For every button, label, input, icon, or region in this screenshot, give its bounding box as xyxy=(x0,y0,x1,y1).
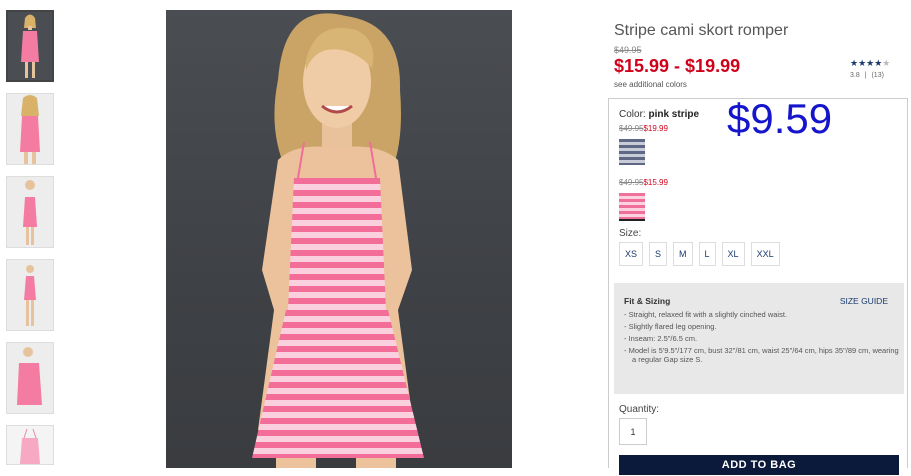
size-m-button[interactable]: M xyxy=(673,242,693,266)
swatch-original-price: $49.95 xyxy=(619,124,644,133)
star-icon: ★★★★ xyxy=(850,58,883,68)
see-additional-colors-link[interactable]: see additional colors xyxy=(614,80,687,89)
thumbnail-5[interactable] xyxy=(6,342,54,414)
swatch-price-blue: $49.95$19.99 xyxy=(619,124,668,133)
thumbnail-image xyxy=(7,343,53,413)
swatch-blue-stripe[interactable] xyxy=(619,139,645,165)
highlight-price: $9.59 xyxy=(727,95,833,142)
product-title: Stripe cami skort romper xyxy=(614,22,789,39)
add-to-bag-button[interactable]: ADD TO BAG xyxy=(619,455,899,475)
size-s-button[interactable]: S xyxy=(649,242,668,266)
list-item: - Slightly flared leg opening. xyxy=(624,322,717,331)
rating-value: 3.8 xyxy=(850,72,860,79)
size-guide-link[interactable]: SIZE GUIDE xyxy=(840,296,888,306)
rating-separator: | xyxy=(864,72,867,79)
quantity-label: Quantity: xyxy=(619,404,660,415)
color-label-text: Color: xyxy=(619,109,646,120)
swatch-sale-price: $19.99 xyxy=(643,124,668,133)
rating-summary[interactable]: 3.8 | (13) xyxy=(850,72,884,79)
fit-details-list: - Straight, relaxed fit with a slightly … xyxy=(624,310,899,364)
size-xxl-button[interactable]: XXL xyxy=(750,242,780,266)
size-label: Size: xyxy=(619,228,642,239)
size-l-button[interactable]: L xyxy=(698,242,716,266)
rating-stars[interactable]: ★★★★★ xyxy=(850,58,890,69)
list-item: - Inseam: 2.5"/6.5 cm. xyxy=(624,334,698,343)
thumbnail-image xyxy=(7,177,53,247)
list-item: - Straight, relaxed fit with a slightly … xyxy=(624,310,787,319)
size-xs-button[interactable]: XS xyxy=(619,242,644,266)
list-item: - Model is 5'9.5"/177 cm, bust 32"/81 cm… xyxy=(624,346,899,364)
thumbnail-3[interactable] xyxy=(6,176,54,248)
thumbnail-image xyxy=(7,426,53,464)
swatch-pink-stripe[interactable] xyxy=(619,193,645,221)
color-label: Color: pink stripe xyxy=(619,109,699,120)
size-xl-button[interactable]: XL xyxy=(721,242,745,266)
sale-price-range: $15.99 - $19.99 xyxy=(614,56,741,76)
model-photo xyxy=(252,13,424,468)
size-options: XS S M L XL XXL xyxy=(619,242,780,266)
thumbnail-1[interactable] xyxy=(6,10,54,82)
thumbnail-6[interactable] xyxy=(6,425,54,465)
review-count: (13) xyxy=(871,72,884,79)
thumbnail-image xyxy=(7,260,53,330)
thumbnail-list xyxy=(6,10,58,476)
swatch-price-pink: $49.95$15.99 xyxy=(619,178,668,187)
thumbnail-2[interactable] xyxy=(6,93,54,165)
empty-star-icon: ★ xyxy=(882,58,891,68)
quantity-input[interactable]: 1 xyxy=(619,418,647,445)
selected-color: pink stripe xyxy=(648,109,700,120)
thumbnail-image xyxy=(8,12,52,80)
thumbnail-image xyxy=(7,94,53,164)
product-main-image[interactable] xyxy=(166,10,512,468)
original-price: $49.95 xyxy=(614,45,642,55)
fit-sizing-box: Fit & Sizing SIZE GUIDE - Straight, rela… xyxy=(614,283,904,394)
swatch-sale-price: $15.99 xyxy=(643,178,668,187)
thumbnail-4[interactable] xyxy=(6,259,54,331)
swatch-original-price: $49.95 xyxy=(619,178,644,187)
